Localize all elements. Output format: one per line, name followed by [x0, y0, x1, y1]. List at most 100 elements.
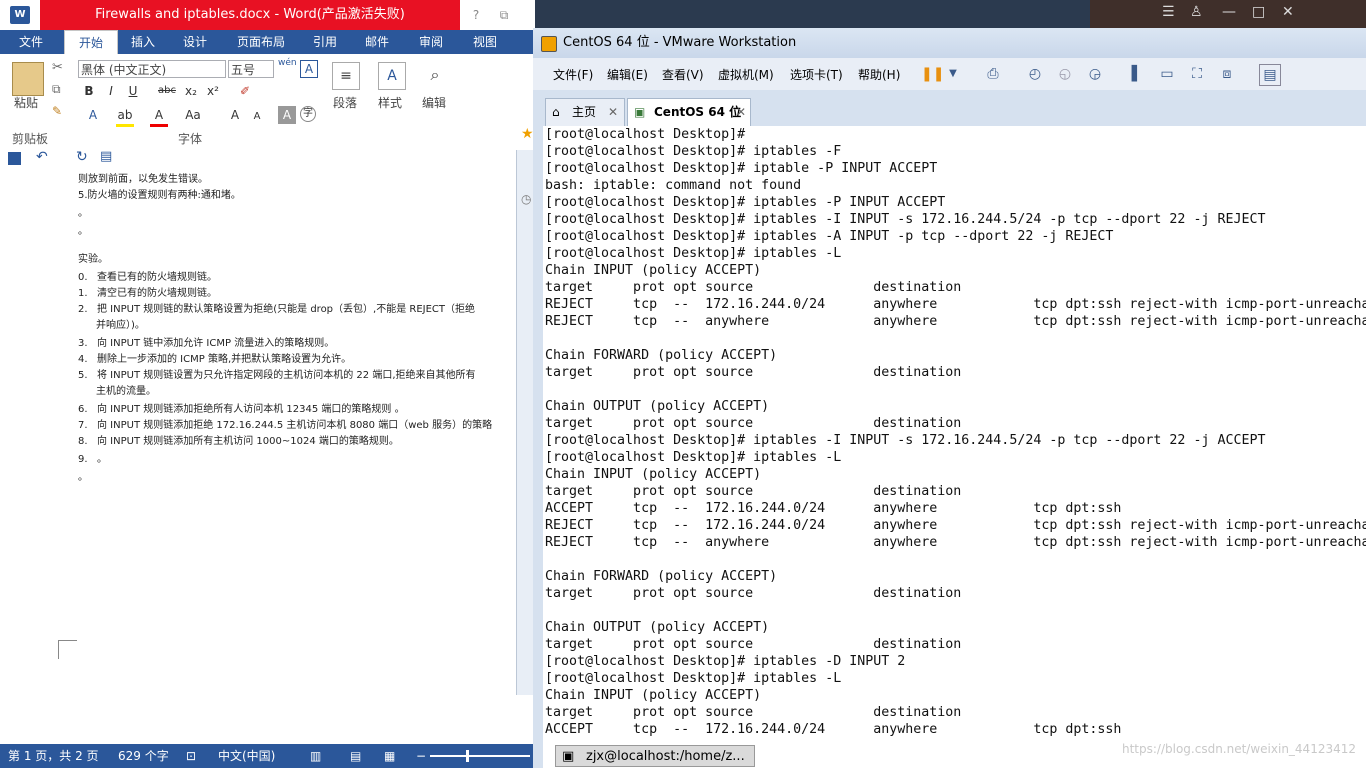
copy-icon[interactable]: ⧉	[52, 82, 61, 97]
tab-mailings[interactable]: 邮件	[356, 30, 398, 54]
snapshot-icon[interactable]: ◴	[1025, 64, 1045, 84]
enclose-char-icon[interactable]: 字	[300, 106, 316, 122]
star-icon[interactable]: ★	[521, 126, 534, 142]
fullscreen-icon[interactable]: ⛶	[1187, 64, 1207, 84]
zoom-slider[interactable]	[430, 755, 530, 757]
document-line: 1. 清空已有的防火墙规则链。	[78, 284, 217, 299]
terminal-line: [root@localhost Desktop]# iptables -I IN…	[545, 212, 1266, 227]
language-indicator[interactable]: 中文(中国)	[218, 744, 275, 768]
shrink-font-icon[interactable]: A	[248, 108, 266, 126]
menu-view[interactable]: 查看(V)	[662, 66, 704, 83]
save-icon[interactable]	[8, 152, 21, 165]
clear-format-icon[interactable]: ✐	[236, 82, 254, 100]
menu-vm[interactable]: 虚拟机(M)	[718, 66, 774, 83]
char-border-button[interactable]: A	[300, 60, 318, 78]
word-ribbon: 粘贴 ✂ ⧉ ✎ 剪贴板 黑体 (中文正文) 五号 wén A B I U ab…	[0, 54, 535, 149]
tab-design[interactable]: 设计	[174, 30, 216, 54]
zoom-slider-thumb[interactable]	[466, 750, 469, 762]
tab-references[interactable]: 引用	[304, 30, 346, 54]
font-name-select[interactable]: 黑体 (中文正文)	[78, 60, 226, 78]
maximize-icon[interactable]: □	[1252, 4, 1265, 20]
tab-home[interactable]: 开始	[64, 30, 118, 55]
sidebar-icon[interactable]: ▌	[1127, 64, 1147, 84]
font-size-select[interactable]: 五号	[228, 60, 274, 78]
menu-tabs[interactable]: 选项卡(T)	[790, 66, 843, 83]
tab-view[interactable]: 视图	[464, 30, 506, 54]
document-line: 并响应）)。	[96, 316, 145, 331]
document-icon[interactable]: ▤	[100, 149, 112, 164]
help-icon[interactable]: ?	[466, 6, 486, 24]
font-color-icon[interactable]: A	[150, 106, 168, 127]
styles-button[interactable]: 样式	[378, 94, 402, 111]
tab-page-layout[interactable]: 页面布局	[228, 30, 294, 54]
redo-icon[interactable]: ↻	[76, 149, 88, 165]
cut-icon[interactable]: ✂	[52, 60, 63, 75]
menu-file[interactable]: 文件(F)	[553, 66, 593, 83]
send-keys-icon[interactable]: ⎙	[983, 64, 1003, 84]
zoom-out-icon[interactable]: −	[416, 744, 426, 768]
word-count[interactable]: 629 个字	[118, 744, 169, 768]
text-effects-icon[interactable]: A	[84, 106, 102, 124]
proofing-icon[interactable]: ⊡	[186, 744, 196, 768]
clock-icon[interactable]: ◷	[521, 192, 531, 206]
console-view-icon[interactable]: ▭	[1157, 64, 1177, 84]
pause-icon[interactable]: ❚❚	[921, 64, 944, 84]
thumbnail-view-icon[interactable]: ▤	[1259, 64, 1281, 86]
revert-snapshot-icon[interactable]: ◵	[1055, 64, 1075, 84]
clipboard-group-label: 剪贴板	[12, 132, 49, 146]
list-number: 3.	[78, 338, 88, 349]
read-mode-icon[interactable]: ▥	[310, 744, 321, 768]
paragraph-icon[interactable]: ≡	[332, 62, 360, 90]
terminal-output[interactable]: [root@localhost Desktop]# [root@localhost…	[543, 126, 1366, 768]
snapshot-manager-icon[interactable]: ◶	[1085, 64, 1105, 84]
bold-button[interactable]: B	[80, 82, 98, 100]
paragraph-button[interactable]: 段落	[333, 94, 357, 111]
change-case-button[interactable]: Aa	[182, 106, 204, 124]
char-shading-icon[interactable]: A	[278, 106, 296, 124]
close-icon[interactable]: ✕	[736, 99, 746, 125]
document-page[interactable]: 则放到前面，以免发生错误。 5.防火墙的设置规则有两种:通和堵。。。实验。 0. 查看…	[0, 170, 535, 715]
menu-icon[interactable]: ☰	[1162, 4, 1175, 20]
close-icon[interactable]: ✕	[608, 99, 618, 125]
underline-button[interactable]: U	[124, 82, 142, 100]
editing-button[interactable]: 编辑	[422, 94, 446, 111]
close-icon[interactable]: ✕	[1282, 4, 1294, 20]
print-layout-icon[interactable]: ▤	[350, 744, 361, 768]
home-icon: ⌂	[552, 105, 560, 119]
minimize-icon[interactable]: —	[1222, 4, 1236, 20]
tab-centos[interactable]: ▣ CentOS 64 位 ✕	[627, 98, 751, 126]
format-painter-icon[interactable]: ✎	[52, 104, 62, 118]
unity-icon[interactable]: ⧈	[1217, 64, 1237, 84]
superscript-button[interactable]: x²	[204, 82, 222, 100]
web-layout-icon[interactable]: ▦	[384, 744, 395, 768]
chevron-down-icon[interactable]: ▼	[943, 64, 963, 84]
tab-review[interactable]: 审阅	[410, 30, 452, 54]
ribbon-display-icon[interactable]: ⧉	[494, 6, 514, 24]
strikethrough-button[interactable]: abc	[156, 82, 178, 100]
shirt-icon[interactable]: ♙	[1190, 4, 1203, 20]
terminal-line: target prot opt source destination	[545, 416, 962, 431]
subscript-button[interactable]: x₂	[182, 82, 200, 100]
taskbar-terminal-item[interactable]: ▣ zjx@localhost:/home/z...	[555, 745, 755, 767]
document-line: 8. 向 INPUT 规则链添加所有主机访问 1000~1024 端口的策略规则。	[78, 432, 399, 447]
word-logo-icon[interactable]: W	[10, 6, 30, 24]
tab-file[interactable]: 文件	[6, 30, 56, 54]
highlight-icon[interactable]: ab	[116, 106, 134, 127]
grow-font-icon[interactable]: A	[226, 106, 244, 124]
undo-icon[interactable]: ↶	[36, 149, 48, 165]
menu-edit[interactable]: 编辑(E)	[607, 66, 648, 83]
styles-icon[interactable]: A	[378, 62, 406, 90]
italic-button[interactable]: I	[102, 82, 120, 100]
phonetic-guide-button[interactable]: wén	[278, 58, 297, 68]
tab-home[interactable]: ⌂ 主页 ✕	[545, 98, 625, 126]
paste-button[interactable]: 粘贴	[14, 94, 38, 111]
paste-icon[interactable]	[12, 62, 44, 96]
terminal-line: Chain FORWARD (policy ACCEPT)	[545, 348, 778, 363]
menu-help[interactable]: 帮助(H)	[858, 66, 900, 83]
page-corner-mark	[58, 640, 77, 659]
page-count[interactable]: 第 1 页，共 2 页	[8, 744, 99, 768]
tab-insert[interactable]: 插入	[122, 30, 164, 54]
vmware-icon[interactable]	[541, 36, 557, 52]
binoculars-icon[interactable]: ⌕	[422, 62, 448, 88]
terminal-line: [root@localhost Desktop]# iptables -L	[545, 671, 842, 686]
